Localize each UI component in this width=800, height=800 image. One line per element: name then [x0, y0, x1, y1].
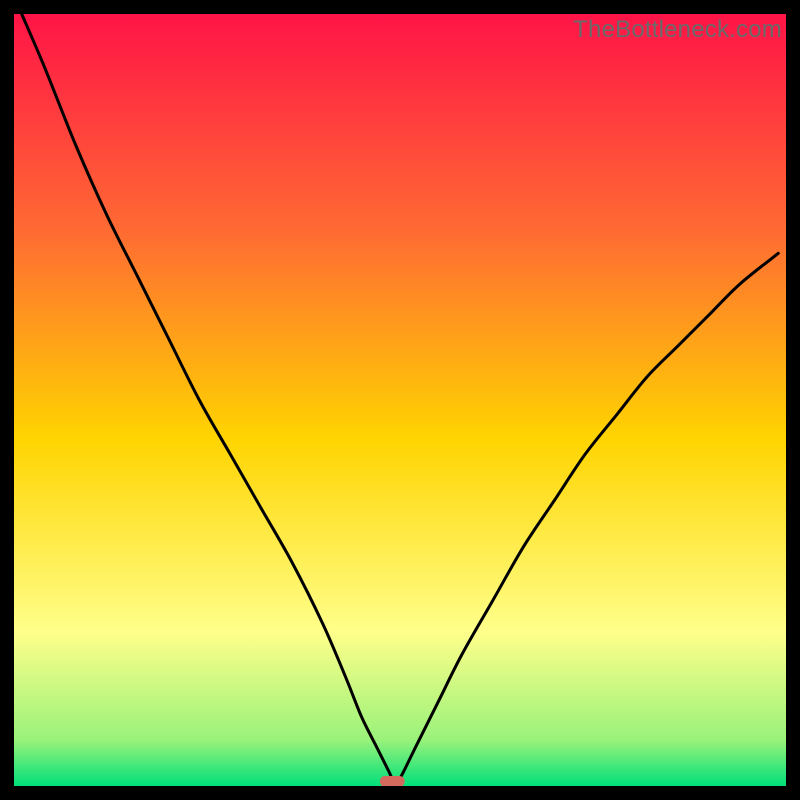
plot-area: [14, 14, 786, 786]
watermark-text: TheBottleneck.com: [573, 16, 782, 44]
gradient-background: [14, 14, 786, 786]
minimum-marker: [380, 776, 405, 786]
bottleneck-chart: [14, 14, 786, 786]
chart-container: TheBottleneck.com: [0, 0, 800, 800]
